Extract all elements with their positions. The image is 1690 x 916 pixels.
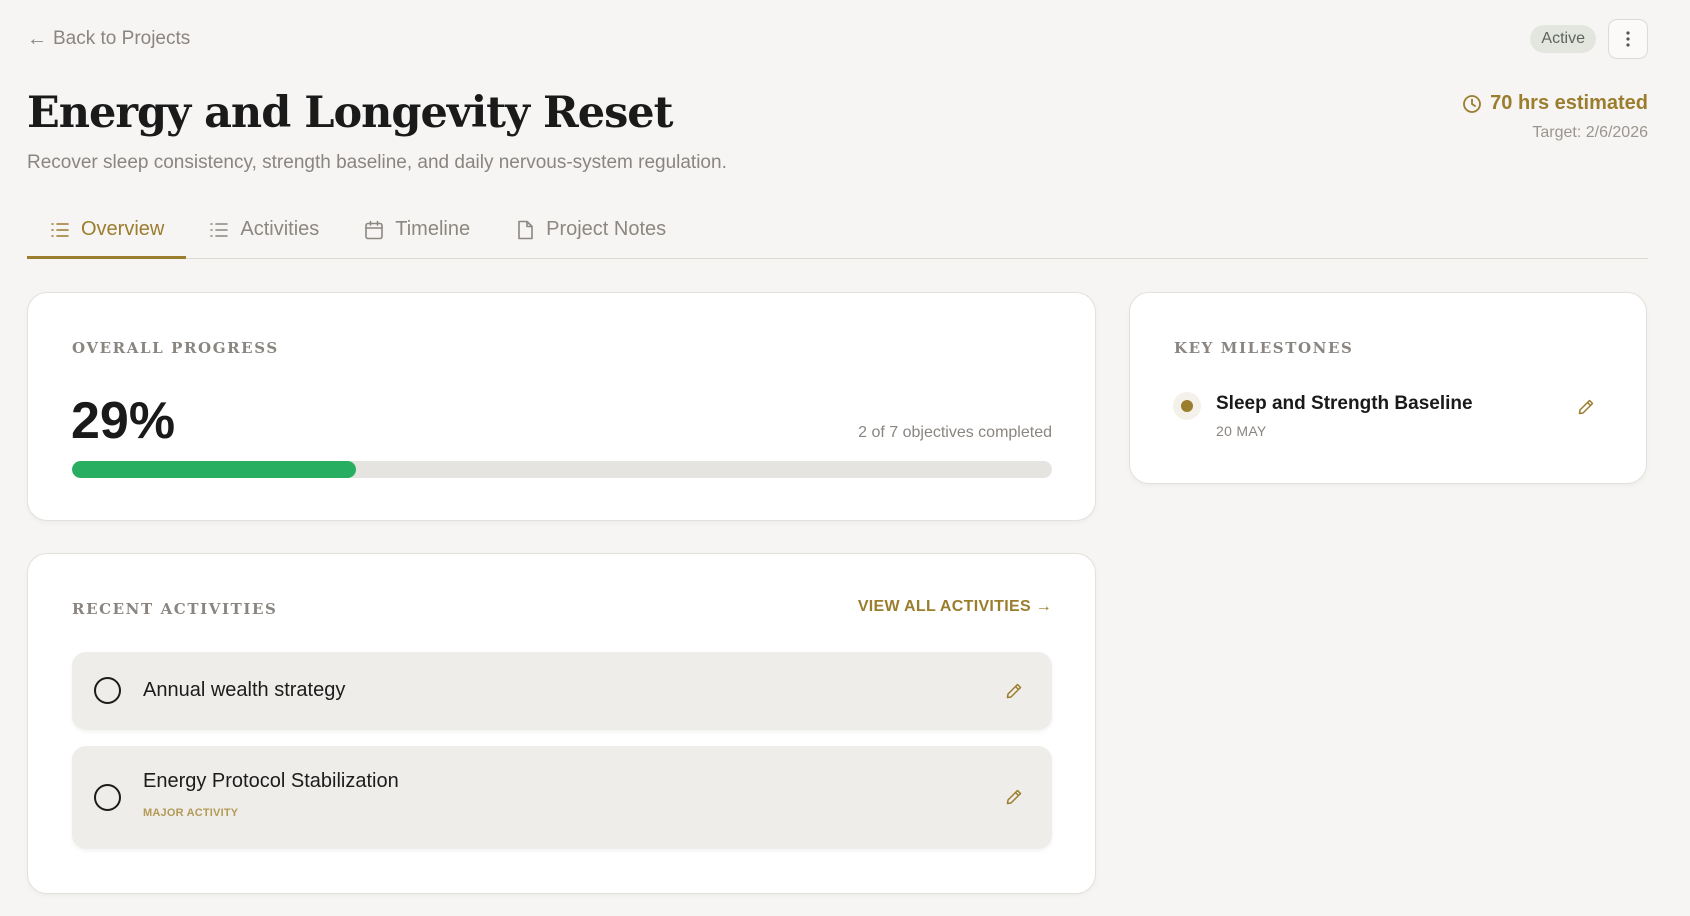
tab-activities-label: Activities [240,218,320,240]
estimate-hours: 70 hrs estimated [1462,92,1648,115]
activity-tag: MAJOR ACTIVITY [143,807,239,819]
activity-title: Annual wealth strategy [143,679,346,701]
pencil-icon[interactable] [1004,787,1024,807]
milestone-date: 20 MAY [1216,423,1267,439]
progress-bar [72,461,1052,478]
top-bar: ← Back to Projects Active [27,18,1648,60]
target-date: Target: 2/6/2026 [1532,124,1648,141]
more-options-button[interactable] [1608,19,1648,59]
tab-timeline[interactable]: Timeline [341,210,492,259]
page-title: Energy and Longevity Reset [27,88,674,138]
arrow-left-icon: ← [27,28,47,50]
progress-percent: 29% [71,392,176,450]
pencil-icon[interactable] [1576,397,1596,417]
status-badge: Active [1530,25,1596,53]
card-label: OVERALL PROGRESS [72,339,279,357]
back-to-projects-link[interactable]: ← Back to Projects [27,28,190,50]
document-icon [518,220,533,240]
view-all-label: VIEW ALL ACTIVITIES [857,598,1031,615]
overall-progress-card: OVERALL PROGRESS 29% 2 of 7 objectives c… [27,292,1096,521]
top-right-actions: Active [1530,19,1648,59]
tab-timeline-label: Timeline [395,218,471,240]
back-link-label: Back to Projects [53,28,191,49]
tab-overview-label: Overview [81,218,165,240]
activity-checkbox[interactable] [94,677,121,704]
key-milestones-card: KEY MILESTONES Sleep and Strength Baseli… [1129,292,1647,484]
tab-project-notes-label: Project Notes [546,218,667,240]
objectives-count: 2 of 7 objectives completed [858,424,1052,441]
list-icon [51,223,69,237]
calendar-icon [365,220,384,240]
milestone-title: Sleep and Strength Baseline [1216,393,1473,414]
progress-bar-fill [72,461,357,478]
tab-overview[interactable]: Overview [27,210,187,259]
view-all-activities-link[interactable]: VIEW ALL ACTIVITIES → [858,598,1052,616]
recent-activities-card: RECENT ACTIVITIES VIEW ALL ACTIVITIES → … [27,553,1096,894]
card-label: RECENT ACTIVITIES [72,600,278,618]
pencil-icon[interactable] [1004,681,1024,701]
estimate-block: 70 hrs estimated Target: 2/6/2026 [1462,92,1648,142]
estimate-hours-label: 70 hrs estimated [1490,92,1648,114]
milestone-dot [1173,392,1201,420]
arrow-right-icon: → [1035,598,1052,615]
activity-title: Energy Protocol Stabilization [143,770,399,792]
project-header: Energy and Longevity Reset Recover sleep… [27,88,1648,174]
list-icon [210,223,229,237]
tab-activities[interactable]: Activities [186,210,341,259]
tab-project-notes[interactable]: Project Notes [492,210,688,259]
milestone-dot-icon [1181,400,1193,412]
card-label: KEY MILESTONES [1174,339,1354,357]
tab-bar: Overview Activities Timeline Project Not… [27,210,1648,259]
activity-checkbox[interactable] [94,784,121,811]
activity-item[interactable]: Annual wealth strategy [72,652,1052,730]
activity-item[interactable]: Energy Protocol Stabilization MAJOR ACTI… [72,746,1052,849]
project-description: Recover sleep consistency, strength base… [27,152,727,173]
clock-icon [1463,94,1482,113]
more-vertical-icon [1626,31,1630,47]
